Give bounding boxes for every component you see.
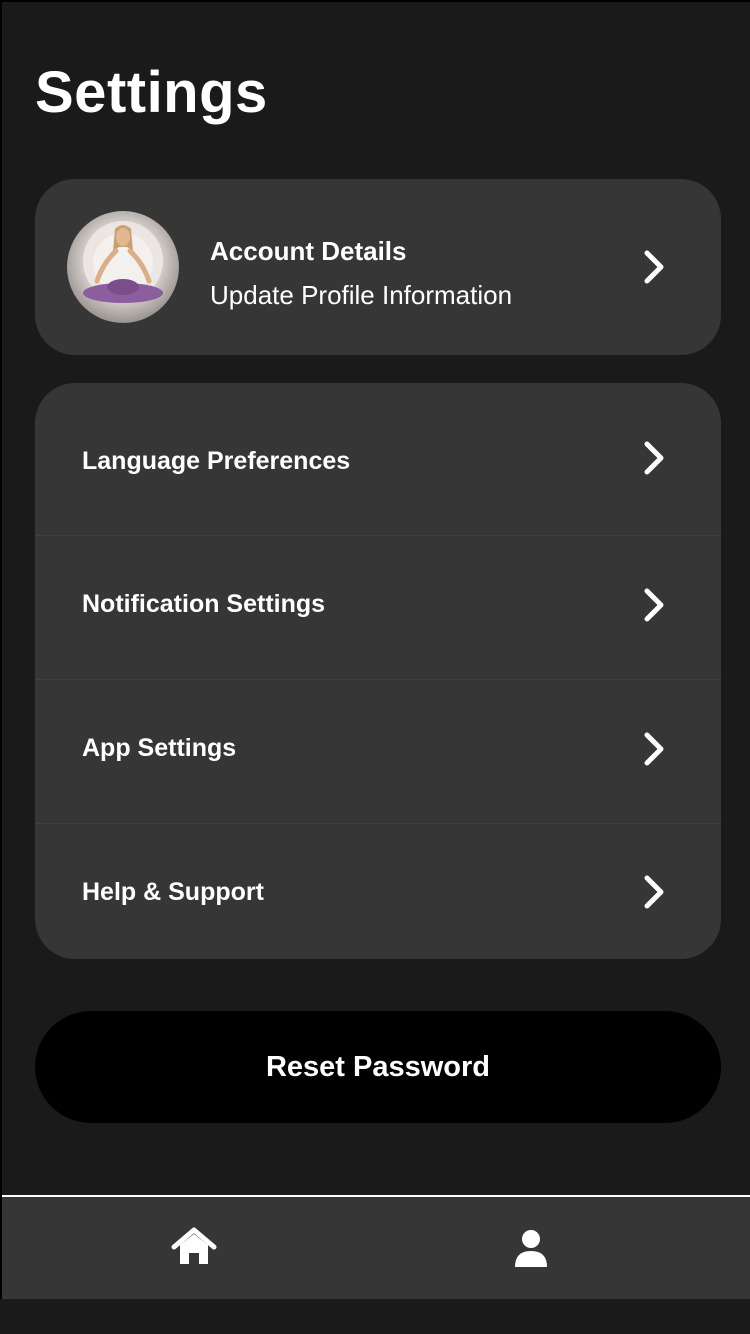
menu-item-notification-settings[interactable]: Notification Settings	[35, 527, 721, 670]
home-icon	[171, 1227, 217, 1264]
menu-item-label: Notification Settings	[82, 590, 326, 618]
chevron-right-icon	[644, 588, 664, 622]
reset-password-button[interactable]: Reset Password	[35, 1011, 721, 1123]
menu-item-help-support[interactable]: Help & Support	[35, 815, 721, 958]
page-title: Settings	[35, 60, 268, 125]
menu-item-label: App Settings	[82, 734, 237, 762]
menu-item-label: Help & Support	[82, 878, 264, 906]
chevron-right-icon	[644, 441, 664, 475]
account-details-title: Account Details	[210, 236, 407, 266]
bottom-safe-area	[0, 1299, 750, 1334]
account-details-subtitle: Update Profile Information	[210, 280, 513, 310]
chevron-right-icon	[644, 875, 664, 909]
avatar	[67, 211, 179, 323]
account-details-card[interactable]: Account Details Update Profile Informati…	[35, 179, 721, 355]
menu-item-language-preferences[interactable]: Language Preferences	[35, 383, 721, 526]
menu-item-app-settings[interactable]: App Settings	[35, 671, 721, 814]
bottom-tab-bar	[2, 1195, 750, 1299]
settings-menu-card: Language Preferences Notification Settin…	[35, 383, 721, 959]
tab-home[interactable]	[2, 1197, 376, 1299]
chevron-right-icon	[644, 250, 664, 284]
meditation-avatar-image	[83, 221, 163, 303]
menu-item-label: Language Preferences	[82, 447, 351, 475]
chevron-right-icon	[644, 732, 664, 766]
tab-profile[interactable]	[376, 1197, 750, 1299]
user-icon	[515, 1230, 547, 1267]
settings-screen: Settings Account Details Update Profile …	[2, 2, 750, 1195]
